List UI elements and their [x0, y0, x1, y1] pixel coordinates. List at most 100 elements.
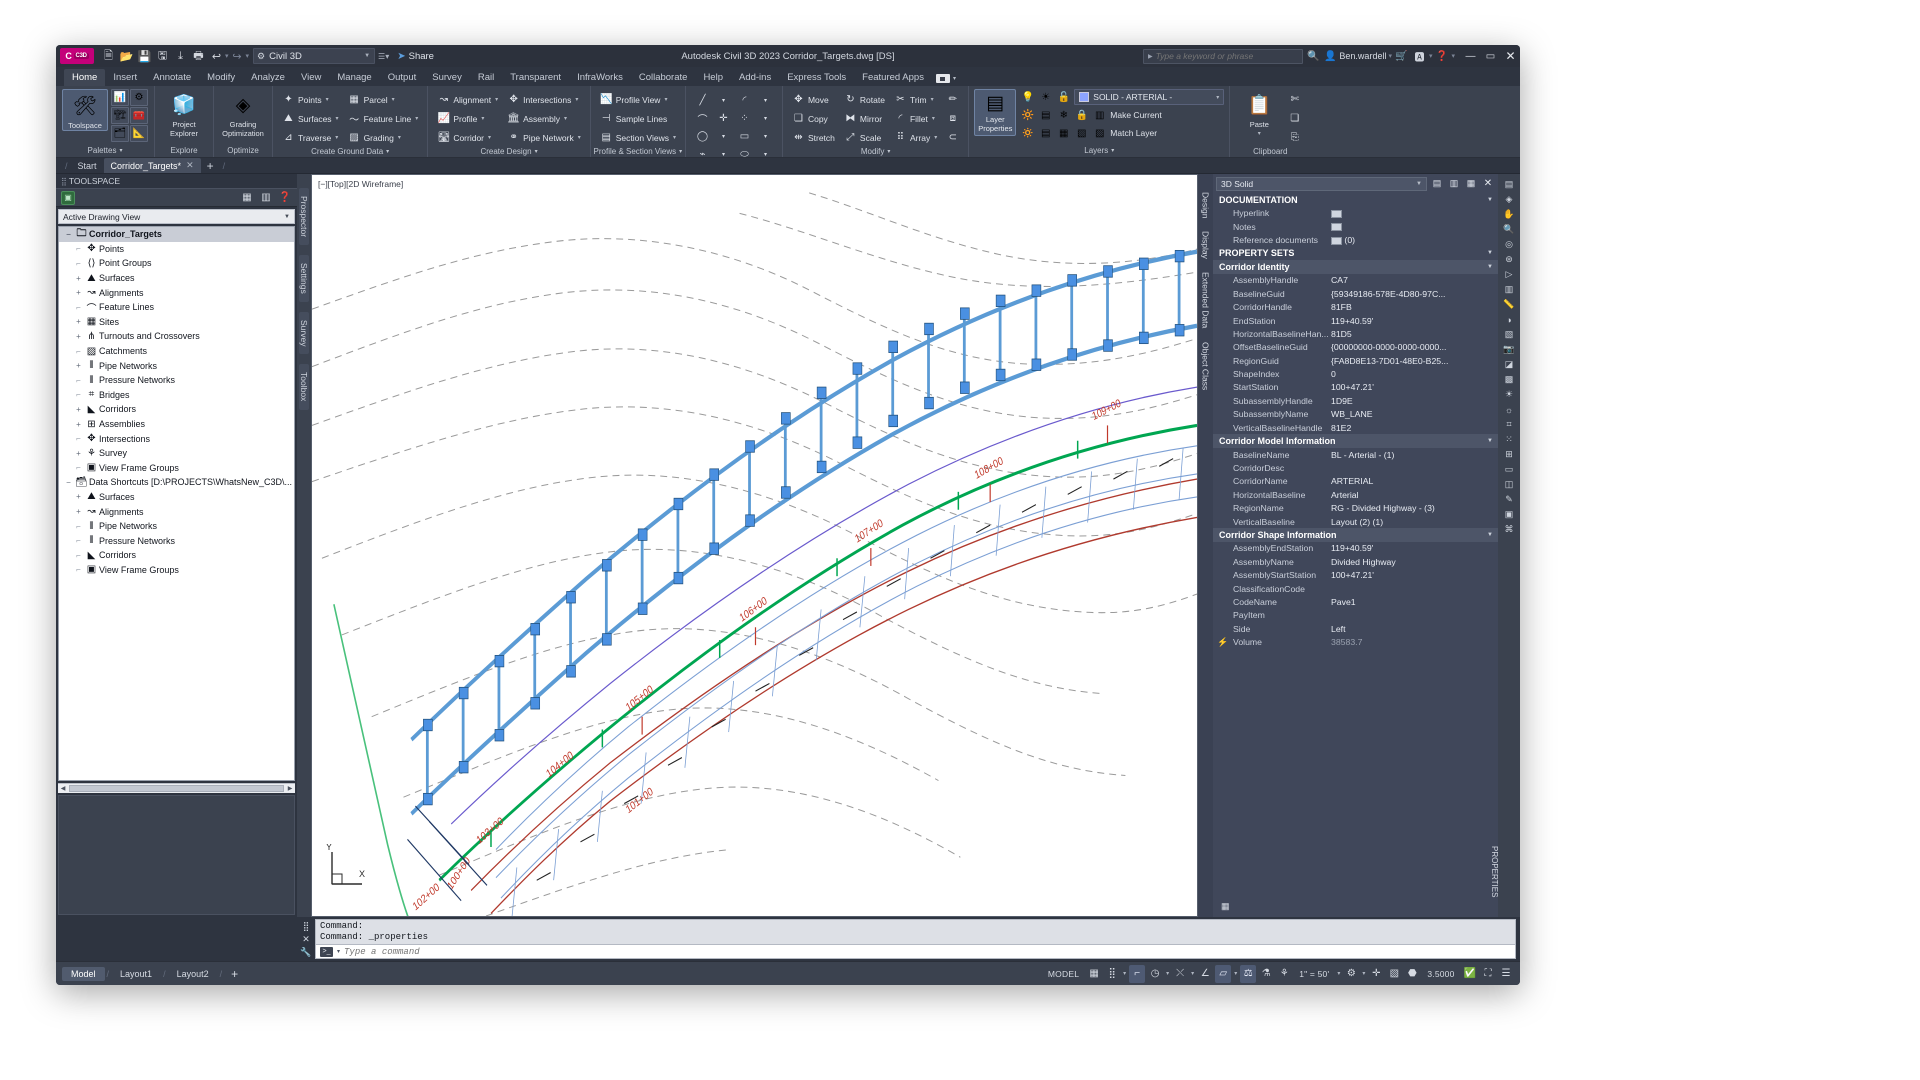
showmotion-icon[interactable]: ▷ [1500, 268, 1518, 281]
tree-node-view-frame-groups[interactable]: ⌐ ▣ View Frame Groups [59, 461, 294, 476]
layout-tab-layout2[interactable]: Layout2 [168, 967, 218, 981]
command-grip-icon[interactable]: ⣿ [303, 921, 310, 932]
tree-node-ds-corridors[interactable]: ⌐ ◣ Corridors [59, 548, 294, 563]
properties-section-documentation[interactable]: DOCUMENTATION ▼ [1213, 193, 1498, 207]
annotation-visibility-icon[interactable]: ⚖ [1240, 965, 1256, 983]
copy-clip-button[interactable]: ❏ [1285, 110, 1304, 127]
layer-properties-button[interactable]: ▤ Layer Properties [974, 89, 1016, 136]
parcel-button[interactable]: ▦ Parcel ▾ [345, 91, 422, 108]
properties-tab-design[interactable]: Design [1201, 192, 1211, 218]
select-objects-icon[interactable]: ▥ [1447, 177, 1461, 191]
snap-mode-icon[interactable]: ⣿ [1104, 965, 1120, 983]
command-tools-icon[interactable]: ⌘ [1500, 523, 1518, 536]
workspace-menu-icon[interactable]: ☰▾ [378, 52, 389, 61]
tree-node-turnouts-crossovers[interactable]: + ⋔ Turnouts and Crossovers [59, 329, 294, 344]
expander-icon[interactable]: − [63, 478, 74, 487]
property-row-assemblyhandle[interactable]: AssemblyHandle CA7 [1213, 274, 1498, 287]
property-row-shapeindex[interactable]: ShapeIndex 0 [1213, 367, 1498, 380]
tool-palettes-icon[interactable]: 🗂 [111, 125, 129, 142]
property-row-offsetbaselineguid[interactable]: OffsetBaselineGuid {00000000-0000-0000-0… [1213, 341, 1498, 354]
layout-toggle-icon[interactable]: ▥ [259, 191, 273, 205]
tree-node-ds-pressure-networks[interactable]: ⌐ ⫴ Pressure Networks [59, 533, 294, 548]
osnap-icon[interactable]: ∠ [1197, 965, 1213, 983]
active-drawing-icon[interactable]: ▣ [61, 191, 75, 205]
tree-node-points[interactable]: ⌐ ✥ Points [59, 242, 294, 257]
app-switch-icon[interactable]: 🅰 [1412, 49, 1427, 64]
polyline-icon[interactable]: ⌒ [692, 110, 713, 127]
corridor-button[interactable]: 🛣 Corridor ▾ [434, 129, 501, 146]
toolspace-tab-toolbox[interactable]: Toolbox [299, 364, 309, 409]
ribbon-tab-featured-apps[interactable]: Featured Apps [854, 69, 932, 86]
expander-icon[interactable]: + [73, 332, 84, 341]
scroll-left-icon[interactable]: ◀ [58, 785, 68, 792]
layer-freeze-icon[interactable]: ☀ [1038, 92, 1053, 103]
tree-node-ds-surfaces[interactable]: + ⛰ Surfaces [59, 490, 294, 505]
tree-node-feature-lines[interactable]: ⌐ ⌒ Feature Lines [59, 300, 294, 315]
tree-node-corridors[interactable]: + ◣ Corridors [59, 402, 294, 417]
chevron-down-icon[interactable]: ▼ [1487, 250, 1493, 256]
properties-rows[interactable]: DOCUMENTATION ▼ Hyperlink Notes Referenc… [1213, 191, 1498, 895]
tree-node-ds-pipe-networks[interactable]: ⌐ ⫴ Pipe Networks [59, 519, 294, 534]
traverse-button[interactable]: ⊿ Traverse ▾ [279, 129, 342, 146]
fullscreen-icon[interactable]: ⛶ [1480, 965, 1496, 983]
measure-icon[interactable]: 📏 [1500, 298, 1518, 311]
workspace-icon[interactable]: ▤ [1500, 178, 1518, 191]
tree-node-ds-alignments[interactable]: + ↝ Alignments [59, 504, 294, 519]
property-row-assemblyname[interactable]: AssemblyName Divided Highway [1213, 555, 1498, 568]
graphics-performance-icon[interactable]: ⬣ [1404, 965, 1420, 983]
move-button[interactable]: ✥ Move [789, 91, 838, 108]
property-row-endstation[interactable]: EndStation 119+40.59' [1213, 314, 1498, 327]
save-as-icon[interactable]: 🖫 [154, 48, 171, 65]
undo-caret-icon[interactable]: ▾ [225, 52, 229, 60]
layer-lock-icon[interactable]: 🔒 [1074, 110, 1089, 121]
points-button[interactable]: ✦ Points ▾ [279, 91, 342, 108]
offset-button[interactable]: ⊂ [943, 129, 962, 146]
autodesk-cart-icon[interactable]: 🛒 [1394, 49, 1409, 64]
drawing-canvas[interactable]: [−][Top][2D Wireframe] [311, 174, 1198, 917]
search-icon[interactable]: 🔍 [1306, 49, 1321, 64]
transparency-value[interactable]: 3.5000 [1422, 965, 1459, 983]
stretch-button[interactable]: ⇹ Stretch [789, 129, 838, 146]
ucs-tools-icon[interactable]: ⌗ [1500, 418, 1518, 431]
snap-caret-icon[interactable]: ▾ [1122, 970, 1127, 977]
scroll-thumb[interactable] [69, 785, 284, 792]
scale-button[interactable]: ⤢ Scale [841, 129, 888, 146]
tree-node-intersections[interactable]: ⌐ ✥ Intersections [59, 431, 294, 446]
mirror-button[interactable]: ⧓ Mirror [841, 110, 888, 127]
edit-box-icon[interactable] [1331, 237, 1342, 245]
tree-node-pressure-networks[interactable]: ⌐ ⫴ Pressure Networks [59, 373, 294, 388]
property-row-regionname[interactable]: RegionName RG - Divided Highway - (3) [1213, 501, 1498, 514]
application-menu-button[interactable]: C C3D [60, 48, 94, 64]
expander-icon[interactable]: + [73, 288, 84, 297]
help-caret-icon[interactable]: ▾ [1451, 52, 1455, 60]
rectangle-icon[interactable]: ▭ [734, 128, 755, 145]
layer-on-icon[interactable]: 💡 [1020, 92, 1035, 103]
polar-caret-icon[interactable]: ▾ [1165, 970, 1170, 977]
arc-icon[interactable]: ◜ [734, 92, 755, 109]
layer-off-icon[interactable]: ▤ [1038, 110, 1053, 121]
isolate-objects-icon[interactable]: ▧ [1386, 965, 1402, 983]
line-icon[interactable]: ╱ [692, 92, 713, 109]
prospector-tree[interactable]: − 🗀 Corridor_Targets ⌐ ✥ Points ⌐ ⟨⟩ Poi… [58, 226, 295, 781]
export-icon[interactable]: ⤓ [172, 48, 189, 65]
properties-tab-display[interactable]: Display [1201, 231, 1211, 259]
close-icon[interactable]: ✕ [302, 934, 310, 945]
add-layout-button[interactable]: + [224, 967, 245, 981]
ribbon-tab-modify[interactable]: Modify [199, 69, 243, 86]
layer-freeze2-icon[interactable]: ❄ [1056, 110, 1071, 121]
property-value[interactable] [1331, 222, 1498, 232]
section-views-button[interactable]: ▤ Section Views ▾ [597, 129, 679, 146]
property-row-baselineguid[interactable]: BaselineGuid {59349186-578E-4D80-97C... [1213, 287, 1498, 300]
command-input[interactable] [344, 947, 1511, 957]
move-hatch-icon[interactable]: ✛ [713, 110, 734, 127]
maximize-button[interactable]: ▭ [1485, 51, 1496, 62]
clean-screen-icon[interactable]: ✅ [1462, 965, 1478, 983]
make-current-label[interactable]: Make Current [1110, 110, 1162, 120]
annotation-scale-lock-icon[interactable]: ⚘ [1276, 965, 1292, 983]
properties-group-corridor-model-information[interactable]: Corridor Model Information ▼ [1213, 434, 1498, 448]
property-row-hyperlink[interactable]: Hyperlink [1213, 207, 1498, 220]
orbit-icon[interactable]: ◎ [1500, 238, 1518, 251]
redo-icon[interactable]: ↪ [229, 48, 246, 65]
model-space-indicator[interactable]: MODEL [1043, 965, 1084, 983]
design-center-icon[interactable]: ◫ [1500, 478, 1518, 491]
